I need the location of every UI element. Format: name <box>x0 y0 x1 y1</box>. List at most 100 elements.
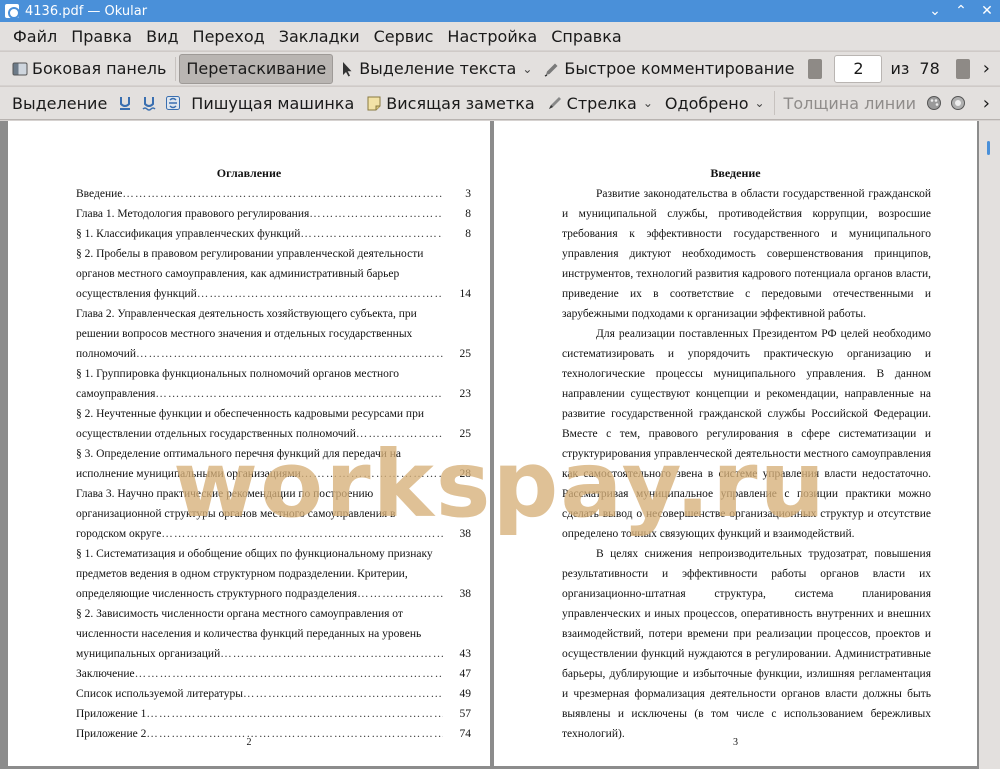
okular-app-icon <box>5 4 20 19</box>
toc-entry-title: § 2. Пробелы в правовом регулировании уп… <box>76 248 424 260</box>
toc-entry-page: 23 <box>459 388 472 400</box>
typewriter-tool-button[interactable]: Пишущая машинка <box>185 88 360 118</box>
toc-entry-page: 43 <box>459 648 472 660</box>
toc-dot-leader <box>136 344 443 364</box>
chevron-down-icon[interactable]: ⌄ <box>522 62 532 76</box>
toolbar-overflow-icon[interactable]: › <box>983 93 990 114</box>
browse-mode-label: Перетаскивание <box>186 59 327 78</box>
toc-entry-title: Введение <box>76 188 123 200</box>
toc-entry: городском округе 38 <box>76 524 471 544</box>
toc-entry-title: предметов ведения в одном структурном по… <box>76 568 408 580</box>
chevron-down-icon[interactable]: ⌄ <box>754 96 764 110</box>
toc-entry-page: 47 <box>459 668 472 680</box>
toc-entry-page: 25 <box>459 348 472 360</box>
toc-entry-title: осуществлении отдельных государственных … <box>76 428 356 440</box>
toc-entry-title: организационной структуры органов местно… <box>76 508 396 520</box>
close-button[interactable]: ✕ <box>974 3 1000 19</box>
toc-entry-title: Глава 2. Управленческая деятельность хоз… <box>76 308 417 320</box>
text-select-button[interactable]: Выделение текста ⌄ <box>333 54 538 84</box>
toc-entry: § 3. Определение оптимального перечня фу… <box>76 444 471 464</box>
toc-entry-title: § 2. Зависимость численности органа мест… <box>76 608 403 620</box>
toolbar-separator <box>175 56 177 81</box>
toc-entry-title: самоуправления <box>76 388 156 400</box>
menu-tools[interactable]: Сервис <box>367 27 441 46</box>
color-palette-icon[interactable] <box>926 95 942 111</box>
menu-go[interactable]: Переход <box>186 27 272 46</box>
highlight-tool-label: Выделение <box>12 93 108 113</box>
toolbar-separator <box>773 91 775 115</box>
document-view[interactable]: Оглавление Введение 3 Глава 1. Методология… <box>0 121 1000 769</box>
toc-entry-page: 3 <box>465 188 471 200</box>
menu-edit[interactable]: Правка <box>64 27 139 46</box>
toc-entry-title: органов местного самоуправления, как адм… <box>76 268 400 280</box>
arrow-tool-label: Стрелка <box>566 93 637 113</box>
menu-help[interactable]: Справка <box>544 27 629 46</box>
toolbar-overflow-icon[interactable]: › <box>983 58 990 79</box>
toc-entry: Заключение 47 <box>76 664 471 684</box>
toc-entry-title: городском округе <box>76 528 162 540</box>
toc-entry: Список используемой литературы 49 <box>76 684 471 704</box>
sticky-note-tool-button[interactable]: Висящая заметка <box>360 88 540 118</box>
underline-tool-button[interactable] <box>113 88 137 118</box>
text-select-label: Выделение текста <box>359 59 517 78</box>
page-number-input[interactable]: 2 <box>834 54 883 83</box>
sticky-note-tool-label: Висящая заметка <box>386 93 535 113</box>
toc-dot-leader <box>155 384 443 404</box>
strikeout-icon <box>166 96 181 110</box>
table-of-contents: Введение 3 Глава 1. Методология правового … <box>76 184 471 744</box>
intro-paragraph: В целях снижения непроизводительных труд… <box>562 548 931 740</box>
note-icon <box>367 96 381 111</box>
browse-mode-button[interactable]: Перетаскивание <box>179 53 334 84</box>
chevron-down-icon[interactable]: ⌄ <box>643 96 653 110</box>
opacity-icon[interactable] <box>950 95 966 111</box>
toc-dot-leader <box>122 184 443 204</box>
page-of-label: из <box>890 59 910 78</box>
document-page-2: Оглавление Введение 3 Глава 1. Методология… <box>8 121 490 766</box>
toc-entry: органов местного самоуправления, как адм… <box>76 264 471 284</box>
strikeout-tool-button[interactable] <box>161 88 185 118</box>
previous-page-icon[interactable] <box>808 58 823 79</box>
intro-paragraph: Для реализации поставленных Президентом … <box>562 328 931 540</box>
menu-view[interactable]: Вид <box>139 27 185 46</box>
menu-settings[interactable]: Настройка <box>440 27 544 46</box>
vertical-scrollbar[interactable] <box>979 121 1000 769</box>
toc-dot-leader <box>146 704 443 724</box>
typewriter-tool-label: Пишущая машинка <box>191 93 355 113</box>
quick-annotations-button[interactable]: Быстрое комментирование <box>538 54 800 84</box>
line-width-label: Толщина линии <box>783 93 917 113</box>
toc-entry-title: исполнение муниципальными организациями <box>76 468 301 480</box>
toc-entry: § 2. Неучтенные функции и обеспеченность… <box>76 404 471 424</box>
toc-entry: Введение 3 <box>76 184 471 204</box>
next-page-icon[interactable] <box>955 58 970 79</box>
toc-dot-leader <box>356 424 443 444</box>
cursor-arrow-icon <box>343 61 352 76</box>
intro-heading: Введение <box>710 166 761 180</box>
menu-file[interactable]: Файл <box>6 27 64 46</box>
toc-entry-page: 28 <box>459 468 472 480</box>
menu-bookmarks[interactable]: Закладки <box>272 27 367 46</box>
stamp-tool-button[interactable]: Одобрено ⌄ <box>659 88 771 118</box>
page-total: 78 <box>919 59 940 78</box>
line-width-button[interactable]: Толщина линии <box>778 88 923 118</box>
toc-entry-title: определяющие численность структурного по… <box>76 588 358 600</box>
arrow-tool-button[interactable]: Стрелка ⌄ <box>541 88 659 118</box>
toc-entry-title: решении вопросов местного значения и отд… <box>76 328 413 340</box>
toc-entry: организационной структуры органов местно… <box>76 504 471 524</box>
title-bar: 4136.pdf — Okular ⌄ ⌃ ✕ <box>0 0 1000 22</box>
squiggle-tool-button[interactable] <box>137 88 161 118</box>
quick-annotations-label: Быстрое комментирование <box>564 59 795 78</box>
stamp-tool-label: Одобрено <box>664 93 749 113</box>
toc-entry-title: муниципальных организаций <box>76 648 221 660</box>
brush-icon <box>548 97 561 109</box>
scrollbar-handle[interactable] <box>987 141 990 155</box>
toc-entry: решении вопросов местного значения и отд… <box>76 324 471 344</box>
toc-dot-leader <box>357 584 443 604</box>
sidebar-icon <box>12 62 28 75</box>
highlight-tool-button[interactable]: Выделение <box>6 88 113 118</box>
minimize-button[interactable]: ⌄ <box>922 3 948 19</box>
toc-entry-page: 57 <box>459 708 472 720</box>
toc-dot-leader <box>309 204 443 224</box>
sidebar-toggle-button[interactable]: Боковая панель <box>6 54 172 84</box>
menu-bar: Файл Правка Вид Переход Закладки Сервис … <box>0 22 1000 50</box>
maximize-button[interactable]: ⌃ <box>948 3 974 19</box>
